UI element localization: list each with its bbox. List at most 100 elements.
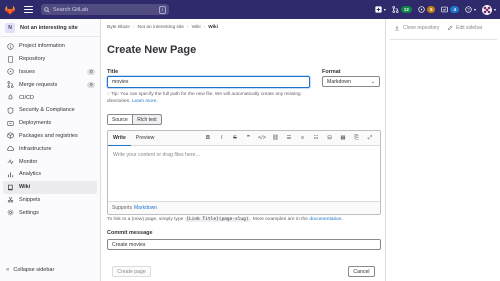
- format-select-value: Markdown: [327, 78, 351, 85]
- monitor-icon: [6, 158, 14, 166]
- merge-requests-nav[interactable]: 12: [392, 6, 412, 13]
- clone-repository-button[interactable]: Clone repository: [394, 25, 439, 31]
- bold-icon[interactable]: B: [204, 134, 212, 142]
- sidebar-item-label: Project information: [19, 43, 65, 50]
- help-menu[interactable]: ? ▾: [465, 6, 476, 13]
- sidebar-item-label: Issues: [19, 68, 35, 75]
- breadcrumb-project[interactable]: Not an interesting site: [138, 25, 184, 30]
- repository-icon: [6, 55, 14, 63]
- collapse-sidebar-label: Collapse sidebar: [13, 267, 55, 273]
- sidebar-item-project-information[interactable]: Project information: [0, 40, 100, 53]
- sidebar-item-repository[interactable]: Repository: [0, 53, 100, 66]
- commit-message-input[interactable]: Create movies: [107, 239, 381, 250]
- sidebar-item-analytics[interactable]: Analytics: [0, 168, 100, 181]
- code-icon[interactable]: </>: [258, 134, 266, 142]
- issues-icon: [418, 6, 425, 13]
- chevron-down-icon: ▾: [383, 7, 386, 12]
- collapsible-icon[interactable]: ⊟: [326, 134, 334, 142]
- sidebar-item-label: Monitor: [19, 158, 38, 165]
- todos-nav[interactable]: 4: [441, 6, 459, 13]
- plus-square-icon: [375, 6, 382, 13]
- pencil-icon: [447, 25, 453, 31]
- sidebar-item-infrastructure[interactable]: Infrastructure: [0, 142, 100, 155]
- sidebar: N Not an interesting site Project inform…: [0, 19, 101, 281]
- divider: [390, 39, 497, 40]
- editor-placeholder: Write your content or drag files here…: [113, 152, 201, 158]
- chevron-down-icon: ▾: [493, 7, 496, 12]
- deployments-icon: [6, 119, 14, 127]
- sidebar-item-packages-registries[interactable]: Packages and registries: [0, 130, 100, 143]
- sidebar-item-label: Repository: [19, 56, 46, 63]
- search-icon: [44, 6, 50, 13]
- sidebar-item-monitor[interactable]: Monitor: [0, 155, 100, 168]
- search-placeholder: Search GitLab: [53, 6, 89, 13]
- sidebar-item-label: Deployments: [19, 120, 52, 127]
- merge-request-icon: [392, 6, 399, 13]
- attach-file-icon[interactable]: ⎘: [353, 134, 361, 142]
- gitlab-logo-icon[interactable]: [4, 4, 16, 16]
- documentation-link[interactable]: documentation: [309, 217, 341, 222]
- editor-textarea[interactable]: Write your content or drag files here…: [113, 152, 201, 158]
- issues-count-badge: 0: [87, 68, 95, 75]
- numbered-list-icon[interactable]: ≡: [299, 134, 307, 142]
- commit-message-label: Commit message: [107, 230, 153, 236]
- title-input-value: movies: [112, 79, 129, 85]
- strikethrough-icon[interactable]: S: [231, 134, 239, 142]
- sidebar-item-security-compliance[interactable]: Security & Compliance: [0, 104, 100, 117]
- hint-code: [Link Title](page-slug): [184, 217, 251, 222]
- search-input[interactable]: Search GitLab /: [41, 4, 169, 15]
- italic-icon[interactable]: I: [218, 134, 226, 142]
- sidebar-item-label: Infrastructure: [19, 145, 52, 152]
- create-new-button[interactable]: ▾: [375, 6, 386, 13]
- quote-icon[interactable]: ❞: [245, 134, 253, 142]
- link-hint: To link to a (new) page, simply type [Li…: [107, 217, 343, 222]
- sidebar-item-settings[interactable]: Settings: [0, 206, 100, 219]
- hint-pre: To link to a (new) page, simply type: [107, 217, 184, 222]
- source-mode-button[interactable]: Source: [107, 114, 133, 125]
- user-menu[interactable]: ▾: [481, 4, 496, 15]
- breadcrumb-namespace[interactable]: Byte Blaze: [107, 25, 130, 30]
- main-content: Byte Blaze › Not an interesting site › W…: [101, 19, 385, 281]
- title-input[interactable]: movies: [107, 76, 310, 88]
- collapse-sidebar-button[interactable]: « Collapse sidebar: [6, 267, 54, 273]
- sidebar-project-header[interactable]: N Not an interesting site: [0, 19, 100, 37]
- menu-icon[interactable]: [24, 5, 33, 14]
- svg-text:?: ?: [467, 7, 470, 12]
- format-select[interactable]: Markdown ⌄: [322, 76, 380, 87]
- learn-more-link[interactable]: Learn more.: [132, 99, 158, 104]
- sidebar-item-issues[interactable]: Issues 0: [0, 66, 100, 79]
- cancel-button[interactable]: Cancel: [348, 266, 375, 277]
- sidebar-item-snippets[interactable]: Snippets: [0, 194, 100, 207]
- tab-write[interactable]: Write: [108, 131, 131, 146]
- breadcrumb-current[interactable]: Wiki: [208, 25, 218, 30]
- avatar: [481, 4, 492, 15]
- sidebar-item-wiki[interactable]: Wiki: [3, 180, 97, 194]
- editor-toolbar: B I S ❞ </> ⛓ ☰ ≡ ☷ ⊟ ▦ ⎘ ⤢: [204, 134, 374, 142]
- sidebar-item-ci-cd[interactable]: CI/CD: [0, 91, 100, 104]
- task-list-icon[interactable]: ☷: [312, 134, 320, 142]
- bullet-list-icon[interactable]: ☰: [285, 134, 293, 142]
- sidebar-item-label: Security & Compliance: [19, 107, 75, 114]
- table-icon[interactable]: ▦: [339, 134, 347, 142]
- tab-preview[interactable]: Preview: [131, 131, 159, 146]
- edit-sidebar-label: Edit sidebar: [456, 25, 483, 31]
- clone-repository-label: Clone repository: [403, 25, 440, 31]
- sidebar-item-merge-requests[interactable]: Merge requests 0: [0, 78, 100, 91]
- top-navbar: Search GitLab / ▾ 12 6 4 ? ▾ ▾: [0, 0, 500, 19]
- fullscreen-icon[interactable]: ⤢: [366, 134, 374, 142]
- markdown-editor: Write Preview B I S ❞ </> ⛓ ☰ ≡ ☷ ⊟ ▦ ⎘ …: [107, 130, 381, 215]
- rich-text-mode-button[interactable]: Rich text: [132, 114, 162, 125]
- link-icon[interactable]: ⛓: [272, 134, 280, 142]
- sidebar-item-deployments[interactable]: Deployments: [0, 117, 100, 130]
- breadcrumb-wiki[interactable]: Wiki: [192, 25, 201, 30]
- hint-end: .: [341, 217, 343, 222]
- editor-tabs: Write Preview B I S ❞ </> ⛓ ☰ ≡ ☷ ⊟ ▦ ⎘ …: [108, 131, 380, 146]
- sidebar-item-label: Wiki: [19, 184, 31, 191]
- todo-icon: [441, 6, 449, 13]
- chart-icon: [6, 170, 14, 178]
- project-name: Not an interesting site: [20, 24, 78, 31]
- edit-sidebar-button[interactable]: Edit sidebar: [447, 25, 482, 31]
- markdown-link[interactable]: Markdown: [134, 205, 157, 211]
- issues-nav[interactable]: 6: [418, 6, 436, 13]
- create-page-button[interactable]: Create page: [112, 266, 151, 277]
